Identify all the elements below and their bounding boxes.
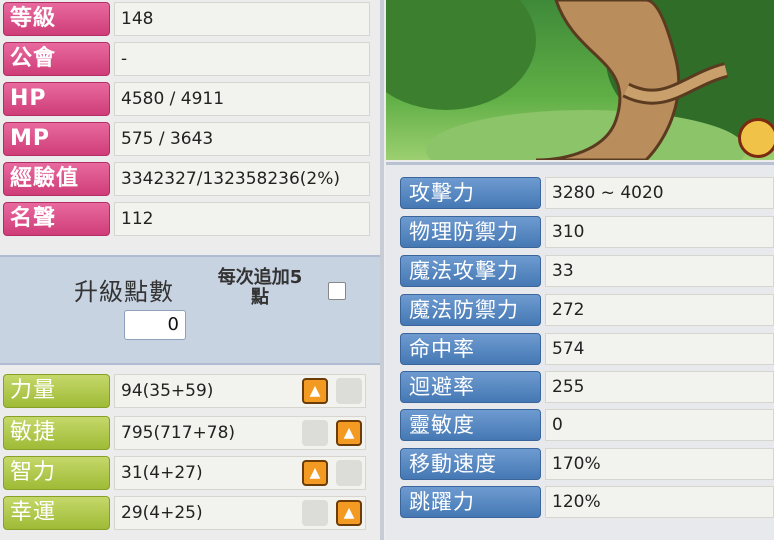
ap-value-field: 0 xyxy=(124,310,186,340)
value-level: 148 xyxy=(114,2,370,36)
tree-illustration xyxy=(386,0,774,160)
str-up-button[interactable]: ▲ xyxy=(302,378,328,404)
dex-down-button[interactable] xyxy=(302,420,328,446)
character-sprite-icon xyxy=(738,118,774,158)
label-pdef: 物理防禦力 xyxy=(400,216,541,248)
ap-title: 升級點數 xyxy=(74,278,174,306)
value-matk: 33 xyxy=(545,255,774,287)
label-level: 等級 xyxy=(3,2,110,36)
label-attack: 攻擊力 xyxy=(400,177,541,209)
label-mdef: 魔法防禦力 xyxy=(400,294,541,326)
label-agility: 靈敏度 xyxy=(400,409,541,441)
value-guild: - xyxy=(114,42,370,76)
label-hp: HP xyxy=(3,82,110,116)
label-guild: 公會 xyxy=(3,42,110,76)
value-mp: 575 / 3643 xyxy=(114,122,370,156)
label-jump: 跳躍力 xyxy=(400,486,541,518)
label-exp: 經驗值 xyxy=(3,162,110,196)
int-up-button[interactable]: ▲ xyxy=(302,460,328,486)
dex-up-button[interactable]: ▲ xyxy=(336,420,362,446)
value-attack: 3280 ~ 4020 xyxy=(545,177,774,209)
value-accuracy: 574 xyxy=(545,333,774,365)
ap-panel xyxy=(0,255,380,365)
int-down-button[interactable] xyxy=(336,460,362,486)
value-int: 31(4+27) xyxy=(114,456,366,490)
label-accuracy: 命中率 xyxy=(400,333,541,365)
value-str: 94(35+59) xyxy=(114,374,366,408)
label-int: 智力 xyxy=(3,456,110,490)
label-matk: 魔法攻擊力 xyxy=(400,255,541,287)
label-mp: MP xyxy=(3,122,110,156)
value-exp: 3342327/132358236(2%) xyxy=(114,162,370,196)
value-dex: 795(717+78) xyxy=(114,416,366,450)
label-fame: 名聲 xyxy=(3,202,110,236)
label-speed: 移動速度 xyxy=(400,448,541,480)
value-mdef: 272 xyxy=(545,294,774,326)
every-add-checkbox[interactable] xyxy=(328,282,346,300)
panel-divider xyxy=(380,0,384,540)
label-avoid: 迴避率 xyxy=(400,371,541,403)
luk-down-button[interactable] xyxy=(302,500,328,526)
value-luk: 29(4+25) xyxy=(114,496,366,530)
value-agility: 0 xyxy=(545,409,774,441)
value-pdef: 310 xyxy=(545,216,774,248)
value-fame: 112 xyxy=(114,202,370,236)
value-jump: 120% xyxy=(545,486,774,518)
label-luk: 幸運 xyxy=(3,496,110,530)
value-speed: 170% xyxy=(545,448,774,480)
value-avoid: 255 xyxy=(545,371,774,403)
character-preview xyxy=(386,0,774,160)
every-add-label: 每次追加5 點 xyxy=(217,267,303,308)
label-dex: 敏捷 xyxy=(3,416,110,450)
label-str: 力量 xyxy=(3,374,110,408)
value-hp: 4580 / 4911 xyxy=(114,82,370,116)
luk-up-button[interactable]: ▲ xyxy=(336,500,362,526)
str-down-button[interactable] xyxy=(336,378,362,404)
